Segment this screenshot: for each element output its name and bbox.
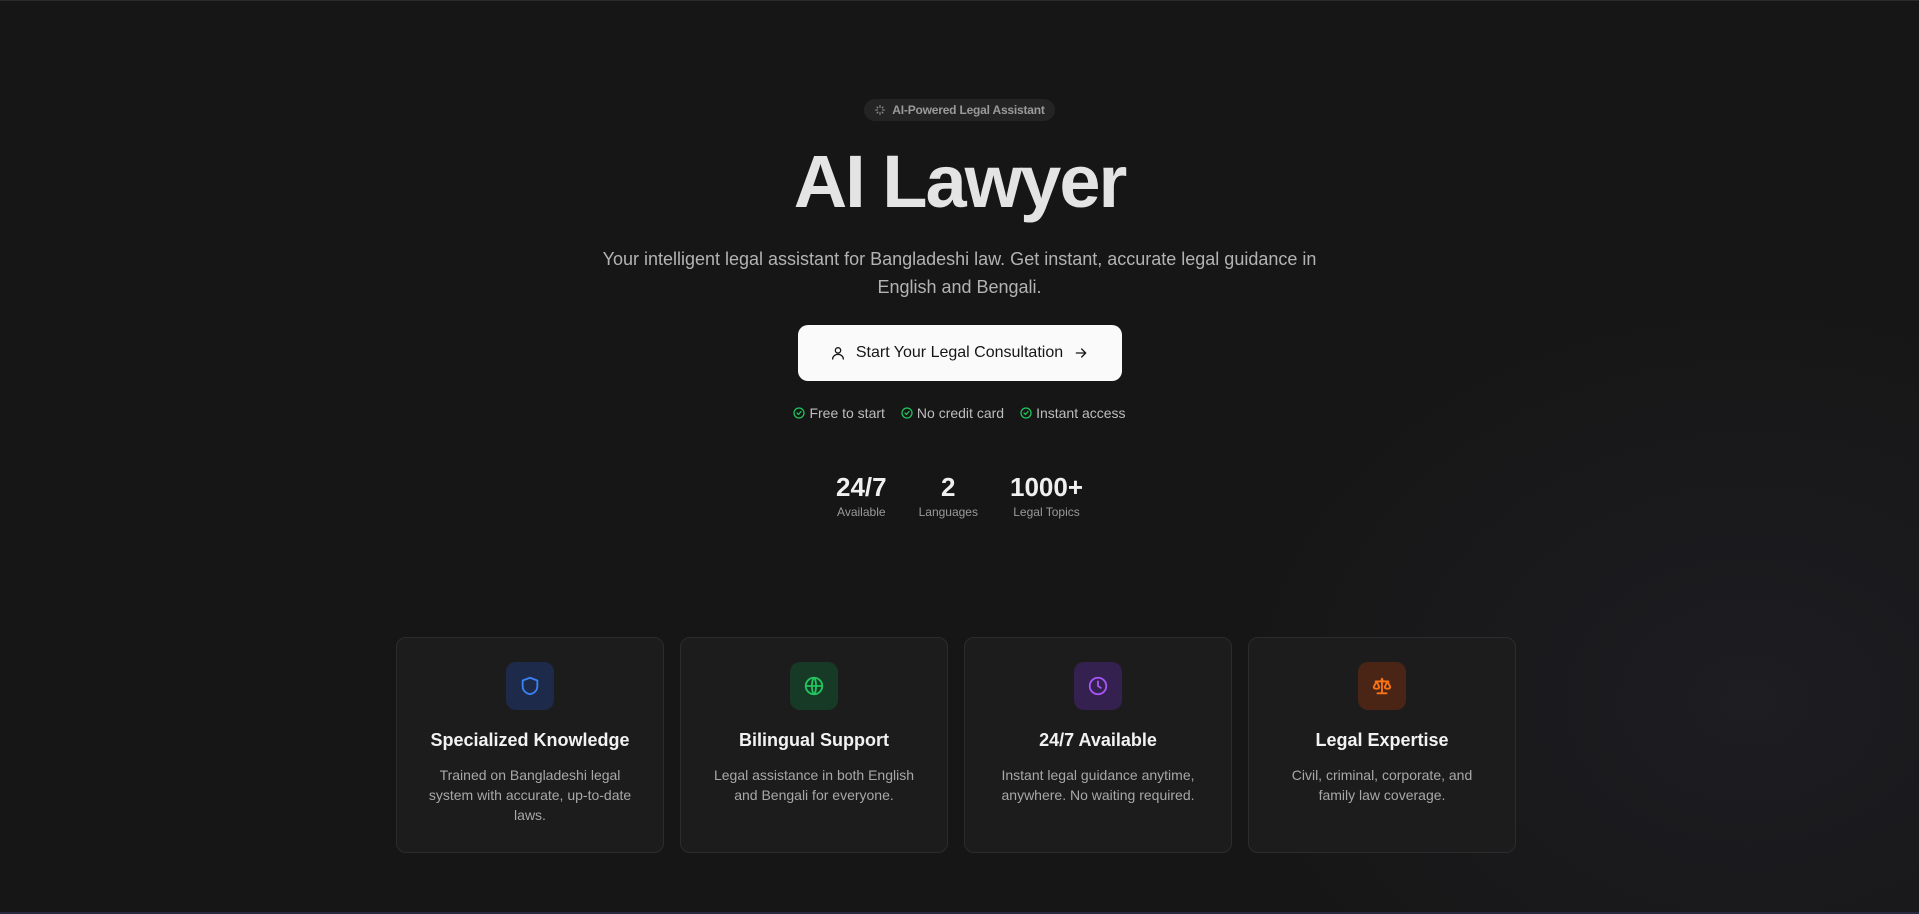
perks-list: Free to start No credit card Instant acc… bbox=[793, 405, 1126, 421]
stat-label: Legal Topics bbox=[1013, 505, 1080, 519]
feature-icon-tile bbox=[1358, 662, 1406, 710]
stat-value: 1000+ bbox=[1009, 472, 1084, 502]
stat-item: 1000+ Legal Topics bbox=[1010, 473, 1083, 519]
shield-icon bbox=[521, 676, 539, 696]
perk-label: Free to start bbox=[809, 405, 885, 421]
user-icon bbox=[831, 347, 844, 360]
hero-section: AI-Powered Legal Assistant AI Lawyer You… bbox=[0, 1, 1919, 519]
ai-badge-label: AI-Powered Legal Assistant bbox=[892, 103, 1045, 117]
stat-value: 24/7 bbox=[835, 472, 887, 502]
perk-item: No credit card bbox=[901, 405, 1004, 421]
perk-label: Instant access bbox=[1036, 405, 1126, 421]
feature-title: Bilingual Support bbox=[739, 730, 889, 750]
feature-title: Specialized Knowledge bbox=[430, 730, 630, 750]
feature-card-specialized-knowledge: Specialized Knowledge Trained on Banglad… bbox=[396, 637, 664, 853]
feature-title: Legal Expertise bbox=[1315, 730, 1449, 750]
stat-label: Languages bbox=[918, 505, 978, 519]
feature-card-bilingual-support: Bilingual Support Legal assistance in bo… bbox=[680, 637, 948, 853]
feature-cards: Specialized Knowledge Trained on Banglad… bbox=[396, 637, 1516, 853]
check-circle-icon bbox=[793, 407, 806, 419]
ai-badge: AI-Powered Legal Assistant bbox=[864, 99, 1055, 121]
perk-label: No credit card bbox=[916, 405, 1005, 421]
feature-description: Civil, criminal, corporate, and family l… bbox=[1291, 767, 1473, 803]
globe-icon bbox=[804, 676, 824, 696]
feature-icon-tile bbox=[790, 662, 838, 710]
stat-item: 24/7 Available bbox=[836, 473, 887, 519]
perk-item: Instant access bbox=[1020, 405, 1126, 421]
start-consultation-button[interactable]: Start Your Legal Consultation bbox=[797, 325, 1122, 381]
feature-description: Legal assistance in both English and Ben… bbox=[713, 767, 915, 803]
feature-card-legal-expertise: Legal Expertise Civil, criminal, corpora… bbox=[1248, 637, 1516, 853]
check-circle-icon bbox=[901, 407, 913, 419]
page-subtitle: Your intelligent legal assistant for Ban… bbox=[602, 249, 1317, 297]
feature-description: Trained on Bangladeshi legal system with… bbox=[428, 767, 632, 823]
feature-icon-tile bbox=[506, 662, 554, 710]
stat-label: Available bbox=[837, 505, 886, 519]
stat-item: 2 Languages bbox=[919, 473, 978, 519]
stats-row: 24/7 Available 2 Languages 1000+ Legal T… bbox=[836, 473, 1083, 519]
clock-icon bbox=[1088, 676, 1108, 696]
landing-page: AI-Powered Legal Assistant AI Lawyer You… bbox=[0, 0, 1919, 914]
check-circle-icon bbox=[1020, 407, 1032, 419]
feature-card-24-7-available: 24/7 Available Instant legal guidance an… bbox=[964, 637, 1232, 853]
feature-description: Instant legal guidance anytime, anywhere… bbox=[1001, 767, 1195, 803]
sparkles-icon bbox=[875, 105, 886, 115]
start-consultation-label: Start Your Legal Consultation bbox=[855, 344, 1064, 361]
feature-icon-tile bbox=[1074, 662, 1122, 710]
feature-title: 24/7 Available bbox=[1039, 730, 1157, 750]
perk-item: Free to start bbox=[793, 405, 885, 421]
page-title: AI Lawyer bbox=[793, 140, 1128, 223]
arrow-right-icon bbox=[1075, 348, 1087, 358]
scale-icon bbox=[1372, 677, 1392, 695]
stat-value: 2 bbox=[941, 472, 956, 502]
